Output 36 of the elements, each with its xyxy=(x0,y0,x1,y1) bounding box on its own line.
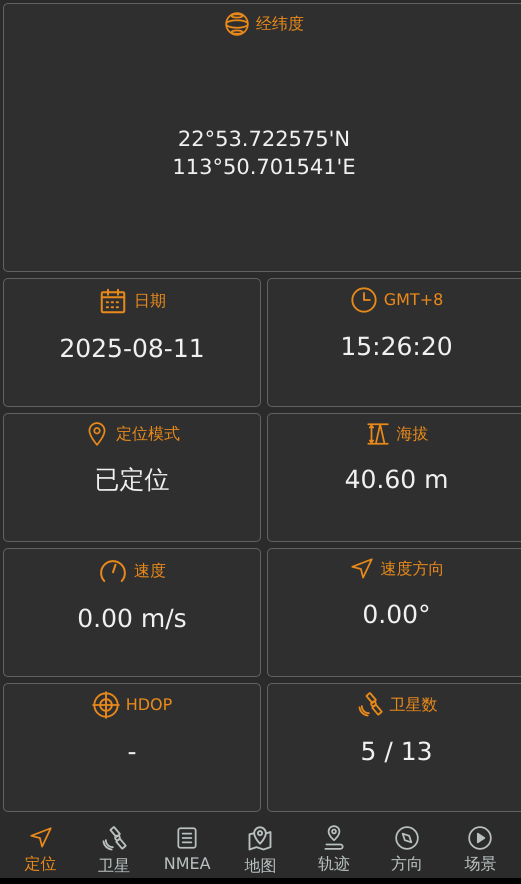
globe-icon xyxy=(224,11,250,37)
card-value: 5 / 13 xyxy=(360,736,433,768)
card-title: 速度 xyxy=(134,561,166,581)
card-title: 海拔 xyxy=(396,424,428,444)
card-title: HDOP xyxy=(126,695,172,715)
card-title: 日期 xyxy=(134,291,166,311)
nav-tab[interactable]: NMEA xyxy=(153,815,222,878)
card-value: 40.60 m xyxy=(344,464,448,496)
play-icon xyxy=(467,825,494,851)
card-title: 定位模式 xyxy=(116,424,180,444)
nav-tab[interactable]: 轨迹 xyxy=(300,815,368,878)
satellite-icon xyxy=(100,825,128,853)
card-value: - xyxy=(127,736,137,768)
clock-icon xyxy=(350,286,378,314)
nav-tab[interactable]: 地图 xyxy=(226,815,294,878)
coordinate-value: 22°53.722575'N xyxy=(176,126,352,153)
nav-tab[interactable]: 方向 xyxy=(373,815,442,878)
nav-tab[interactable]: 定位 xyxy=(6,815,75,878)
card-value: 2025-08-11 xyxy=(59,333,205,365)
altitude-icon xyxy=(364,421,390,447)
map-pin-icon xyxy=(246,825,274,853)
satellite-icon xyxy=(356,691,384,719)
calendar-icon xyxy=(98,286,128,316)
nav-tab[interactable]: 卫星 xyxy=(80,815,148,878)
card-value: 0.00° xyxy=(362,599,431,631)
card-title: 卫星数 xyxy=(390,695,438,715)
nav-tab[interactable]: 场景 xyxy=(446,815,514,878)
card-value: 15:26:20 xyxy=(340,331,453,363)
card-value: 0.00 m/s xyxy=(77,603,187,635)
card-title: 经纬度 xyxy=(256,14,304,34)
card-title: 速度方向 xyxy=(380,559,444,579)
crosshair-icon xyxy=(92,691,120,719)
card-value: 已定位 xyxy=(94,464,170,496)
coordinate-value: 113°50.701541'E xyxy=(172,154,356,181)
card-title: GMT+8 xyxy=(384,290,444,310)
compass-icon xyxy=(394,825,420,851)
